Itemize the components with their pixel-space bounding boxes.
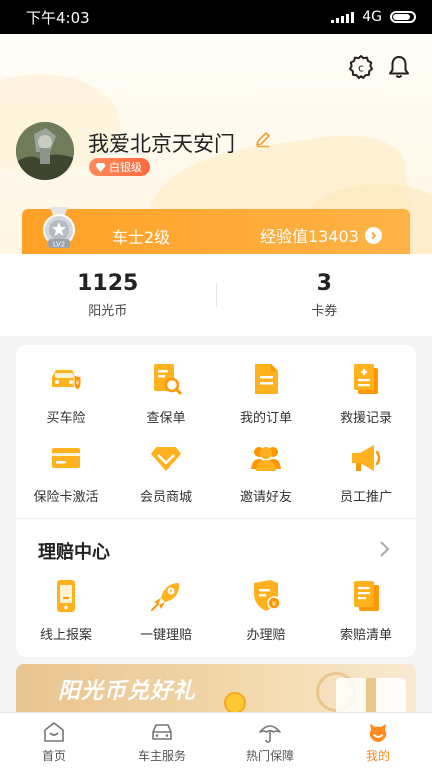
stat-coupons[interactable]: 3 卡券 xyxy=(217,254,432,336)
service-label: 我的订单 xyxy=(239,411,292,426)
username: 我爱北京天安门 xyxy=(88,132,235,156)
edit-icon[interactable] xyxy=(254,130,272,148)
tab-label: 首页 xyxy=(41,749,66,763)
claim-label: 索赔清单 xyxy=(339,628,392,643)
service-label: 查保单 xyxy=(146,411,186,426)
service-label: 邀请好友 xyxy=(239,490,292,505)
megaphone-icon xyxy=(352,445,381,471)
level-medal-text: LV2 xyxy=(53,241,65,249)
car-insurance-icon: ¥ xyxy=(52,370,82,391)
home-icon xyxy=(44,722,64,742)
service-buy-insurance[interactable]: ¥ 买车险 xyxy=(16,361,116,426)
friends-icon xyxy=(251,447,281,471)
stat-coins[interactable]: 1125 阳光币 xyxy=(0,254,216,336)
claim-label: 线上报案 xyxy=(39,628,92,643)
diamond-icon xyxy=(95,162,106,172)
services-card: ¥ 买车险 查保单 我的订单 救援记录 保险卡激活 会员商城 邀请好友 员工推广… xyxy=(16,345,416,657)
service-invite-friends[interactable]: 邀请好友 xyxy=(216,440,316,505)
svg-text:c: c xyxy=(358,62,364,75)
umbrella-icon xyxy=(259,725,281,743)
network-label: 4G xyxy=(362,9,382,25)
avatar[interactable] xyxy=(16,122,74,180)
services-row-1: ¥ 买车险 查保单 我的订单 救援记录 xyxy=(16,361,416,426)
service-rescue-records[interactable]: 救援记录 xyxy=(316,361,416,426)
claims-center-title: 理赔中心 xyxy=(38,542,110,563)
status-bar: 下午4:03 4G xyxy=(0,0,432,34)
tab-hot-protection[interactable]: 热门保障 xyxy=(216,713,324,768)
service-member-mall[interactable]: 会员商城 xyxy=(116,440,216,505)
chevron-right-icon[interactable] xyxy=(378,539,392,559)
phone-icon xyxy=(57,580,75,612)
service-label: 买车险 xyxy=(46,411,86,426)
car-icon xyxy=(152,724,172,740)
claim-label: 一键理赔 xyxy=(139,628,192,643)
svg-text:¥: ¥ xyxy=(169,589,172,595)
service-label: 救援记录 xyxy=(339,411,392,426)
level-medal-icon: LV2 xyxy=(43,207,75,249)
coins-value: 1125 xyxy=(77,271,139,296)
claim-checklist[interactable]: 索赔清单 xyxy=(316,578,416,643)
stats-row: 1125 阳光币 3 卡券 xyxy=(0,254,432,336)
bell-icon[interactable] xyxy=(386,54,412,80)
claim-handle[interactable]: ¥ 办理赔 xyxy=(216,578,316,643)
tab-home[interactable]: 首页 xyxy=(0,713,108,768)
claim-online-report[interactable]: 线上报案 xyxy=(16,578,116,643)
svg-text:¥: ¥ xyxy=(76,380,80,387)
coupons-label: 卡券 xyxy=(311,304,338,319)
chevron-right-icon xyxy=(364,226,382,244)
level-title: 车士2级 xyxy=(112,228,171,247)
claim-one-click[interactable]: ¥ 一键理赔 xyxy=(116,578,216,643)
banner-title: 阳光币兑好礼 xyxy=(58,679,197,704)
claims-row: 线上报案 ¥ 一键理赔 ¥ 办理赔 索赔清单 xyxy=(16,578,416,643)
rescue-record-icon xyxy=(354,364,378,394)
experience-link[interactable]: 经验值13403 xyxy=(260,223,382,247)
tab-label: 我的 xyxy=(365,749,390,763)
card-divider xyxy=(16,518,416,519)
claim-label: 办理赔 xyxy=(246,628,286,643)
bottom-tab-bar: 首页 车主服务 热门保障 我的 xyxy=(0,712,432,768)
service-staff-promotion[interactable]: 员工推广 xyxy=(316,440,416,505)
coupons-value: 3 xyxy=(316,271,332,296)
settings-icon[interactable]: c xyxy=(348,54,374,80)
policy-search-icon xyxy=(154,364,182,395)
member-level-label: 白银级 xyxy=(109,161,142,174)
svg-text:¥: ¥ xyxy=(272,600,277,608)
status-right: 4G xyxy=(331,9,416,25)
experience-value: 经验值13403 xyxy=(260,227,359,246)
coin-icon xyxy=(224,692,246,714)
service-label: 会员商城 xyxy=(139,490,192,505)
tab-mine[interactable]: 我的 xyxy=(324,713,432,768)
tab-label: 车主服务 xyxy=(137,749,186,763)
battery-icon xyxy=(390,11,416,23)
services-row-2: 保险卡激活 会员商城 邀请好友 员工推广 xyxy=(16,440,416,505)
signal-icon xyxy=(331,11,355,23)
checklist-icon xyxy=(354,581,379,611)
profile-icon xyxy=(369,724,387,742)
rocket-icon: ¥ xyxy=(151,583,180,611)
service-check-policy[interactable]: 查保单 xyxy=(116,361,216,426)
service-my-orders[interactable]: 我的订单 xyxy=(216,361,316,426)
tab-owner-service[interactable]: 车主服务 xyxy=(108,713,216,768)
status-time: 下午4:03 xyxy=(26,8,90,27)
diamond-icon xyxy=(151,447,181,471)
service-activate-card[interactable]: 保险卡激活 xyxy=(16,440,116,505)
coins-label: 阳光币 xyxy=(88,304,128,319)
card-icon xyxy=(52,448,80,468)
member-level-badge: 白银级 xyxy=(89,158,150,176)
tab-label: 热门保障 xyxy=(245,749,294,763)
service-label: 保险卡激活 xyxy=(33,490,99,505)
order-document-icon xyxy=(255,364,278,394)
service-label: 员工推广 xyxy=(339,490,392,505)
shield-coin-icon: ¥ xyxy=(254,580,281,611)
